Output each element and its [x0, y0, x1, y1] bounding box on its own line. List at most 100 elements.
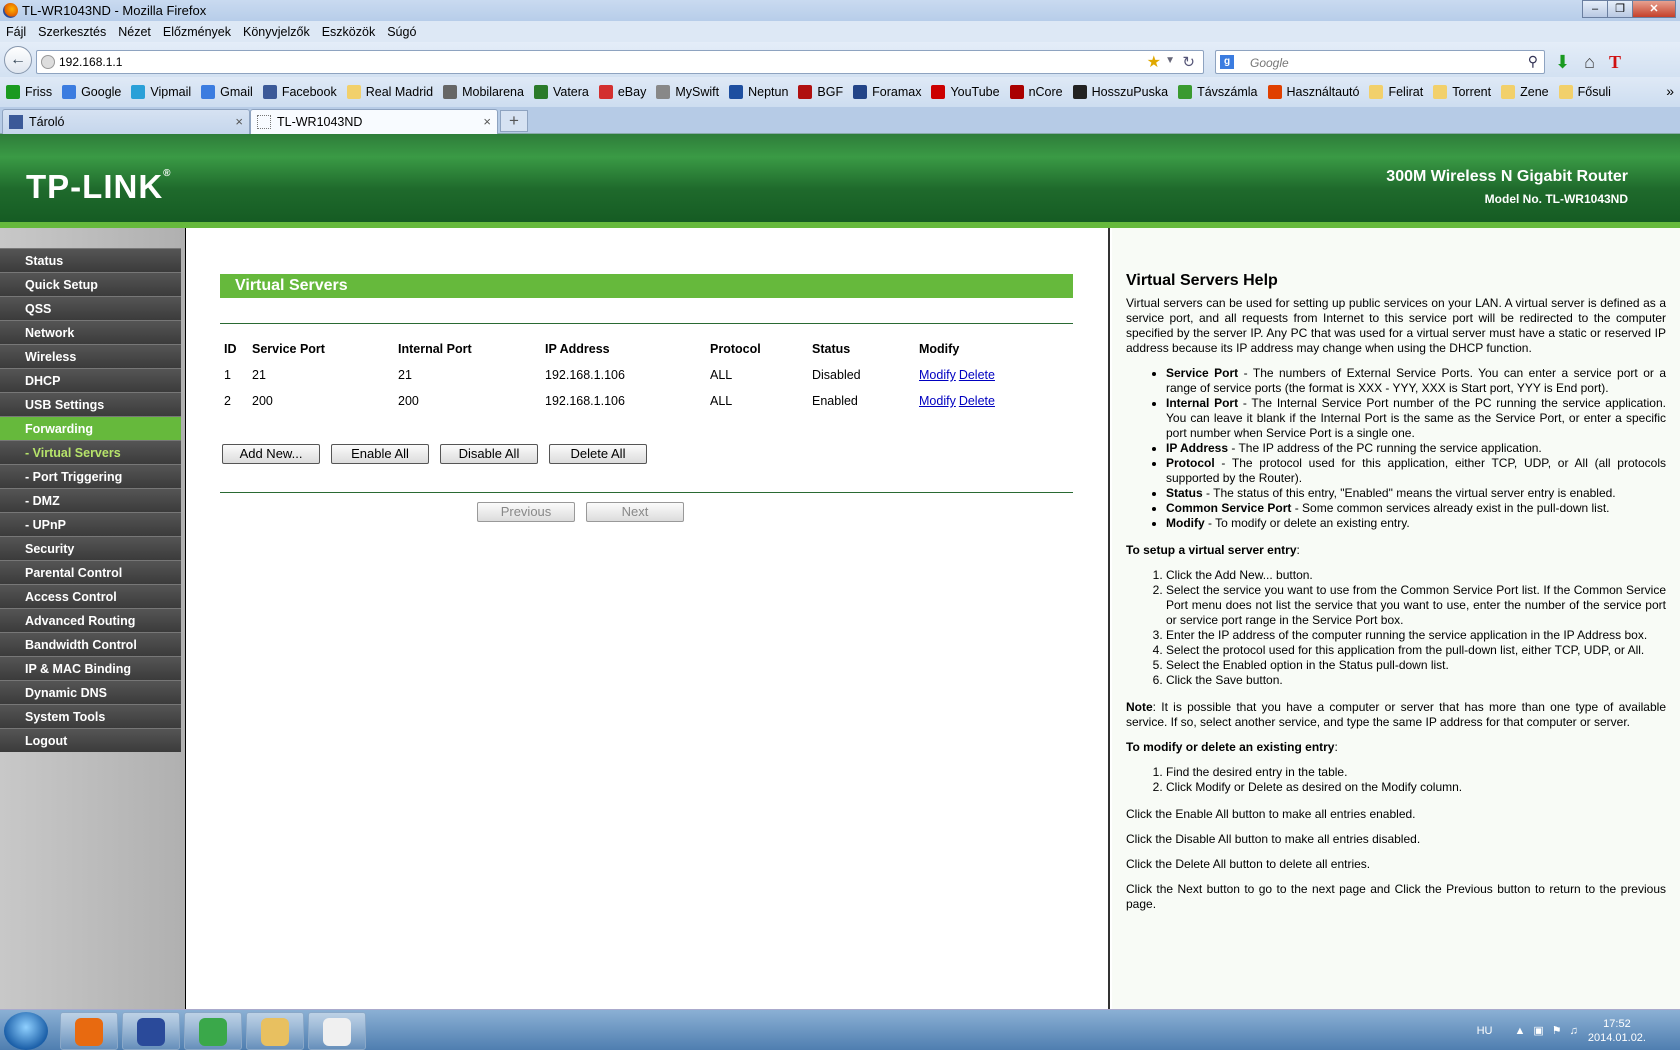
- delete-link[interactable]: Delete: [959, 368, 995, 382]
- start-button[interactable]: [4, 1012, 48, 1050]
- bookmark-star-icon[interactable]: ★: [1147, 52, 1161, 72]
- sidebar-item[interactable]: Logout: [0, 728, 181, 752]
- restore-button[interactable]: ❐: [1607, 0, 1633, 18]
- sidebar-item[interactable]: Dynamic DNS: [0, 680, 181, 704]
- sidebar-item[interactable]: - Virtual Servers: [0, 440, 181, 464]
- language-indicator[interactable]: HU: [1477, 1025, 1493, 1037]
- next-button[interactable]: Next: [586, 502, 684, 522]
- sidebar-item[interactable]: Advanced Routing: [0, 608, 181, 632]
- taskbar-app-button[interactable]: [122, 1012, 180, 1050]
- modify-link[interactable]: Modify: [919, 394, 956, 408]
- new-tab-button[interactable]: +: [500, 110, 528, 132]
- minimize-button[interactable]: –: [1582, 0, 1608, 18]
- help-step: Click the Add New... button.: [1166, 568, 1666, 583]
- bookmark-item[interactable]: Használtautó: [1267, 85, 1359, 99]
- sidebar-item[interactable]: USB Settings: [0, 392, 181, 416]
- sidebar-item[interactable]: Parental Control: [0, 560, 181, 584]
- sidebar-item[interactable]: QSS: [0, 296, 181, 320]
- sidebar-item[interactable]: Status: [0, 248, 181, 272]
- bookmark-item[interactable]: Vatera: [533, 85, 589, 99]
- tab-router[interactable]: TL-WR1043ND ×: [250, 109, 498, 135]
- sidebar-item[interactable]: Network: [0, 320, 181, 344]
- tab-taroló[interactable]: Tároló ×: [2, 109, 250, 134]
- sidebar-item[interactable]: Forwarding: [0, 416, 181, 440]
- back-button[interactable]: ←: [4, 46, 32, 74]
- bookmark-item[interactable]: YouTube: [931, 85, 1000, 99]
- network-icon[interactable]: ▣: [1533, 1024, 1543, 1037]
- menu-2[interactable]: Nézet: [118, 25, 151, 39]
- modify-link[interactable]: Modify: [919, 368, 956, 382]
- enable-all-button[interactable]: Enable All: [331, 444, 429, 464]
- firefox-icon: [75, 1018, 103, 1046]
- bookmark-icon: [346, 85, 361, 99]
- volume-icon[interactable]: ♫: [1570, 1025, 1578, 1037]
- bookmark-item[interactable]: Mobilarena: [443, 85, 524, 99]
- sidebar-item[interactable]: - UPnP: [0, 512, 181, 536]
- show-hidden-icons[interactable]: ▲: [1514, 1025, 1525, 1037]
- previous-button[interactable]: Previous: [477, 502, 575, 522]
- menu-1[interactable]: Szerkesztés: [38, 25, 106, 39]
- addon-t-icon[interactable]: T: [1609, 52, 1621, 73]
- delete-all-button[interactable]: Delete All: [549, 444, 647, 464]
- delete-link[interactable]: Delete: [959, 394, 995, 408]
- search-engine-icon[interactable]: g: [1220, 55, 1234, 69]
- bookmark-item[interactable]: Friss: [6, 85, 52, 99]
- sidebar-item[interactable]: System Tools: [0, 704, 181, 728]
- bookmark-item[interactable]: Google: [62, 85, 121, 99]
- bookmark-item[interactable]: Real Madrid: [346, 85, 433, 99]
- bookmark-item[interactable]: Facebook: [262, 85, 337, 99]
- menu-5[interactable]: Eszközök: [322, 25, 376, 39]
- bookmark-item[interactable]: eBay: [598, 85, 646, 99]
- address-bar[interactable]: 192.168.1.1 ★ ▼ ↻: [36, 50, 1204, 74]
- sidebar-item[interactable]: Bandwidth Control: [0, 632, 181, 656]
- url-history-dropdown-icon[interactable]: ▼: [1165, 55, 1175, 66]
- sidebar-item[interactable]: Quick Setup: [0, 272, 181, 296]
- bookmark-item[interactable]: Neptun: [729, 85, 788, 99]
- site-identity-icon[interactable]: [41, 55, 55, 69]
- url-text[interactable]: 192.168.1.1: [59, 55, 122, 69]
- sidebar-item[interactable]: DHCP: [0, 368, 181, 392]
- bookmarks-overflow-button[interactable]: »: [1666, 83, 1674, 99]
- sidebar-item[interactable]: Access Control: [0, 584, 181, 608]
- bookmark-item[interactable]: Zene: [1501, 85, 1549, 99]
- menu-6[interactable]: Súgó: [387, 25, 416, 39]
- sidebar-item[interactable]: - Port Triggering: [0, 464, 181, 488]
- bookmark-item[interactable]: Távszámla: [1178, 85, 1258, 99]
- bookmark-item[interactable]: Fősuli: [1558, 85, 1611, 99]
- sidebar-item[interactable]: IP & MAC Binding: [0, 656, 181, 680]
- bookmark-item[interactable]: BGF: [798, 85, 843, 99]
- download-icon[interactable]: ⬇: [1555, 52, 1570, 73]
- bookmark-icon: [262, 85, 277, 99]
- bookmark-label: Fősuli: [1577, 85, 1611, 99]
- add-new-button[interactable]: Add New...: [222, 444, 320, 464]
- reload-icon[interactable]: ↻: [1182, 53, 1195, 71]
- search-box[interactable]: g Google ⚲: [1215, 50, 1545, 74]
- taskbar-app-button[interactable]: [184, 1012, 242, 1050]
- bookmark-label: Távszámla: [1197, 85, 1258, 99]
- taskbar-app-button[interactable]: [60, 1012, 118, 1050]
- bookmark-item[interactable]: HosszuPuska: [1072, 85, 1168, 99]
- menu-3[interactable]: Előzmények: [163, 25, 231, 39]
- bookmark-item[interactable]: nCore: [1009, 85, 1063, 99]
- bookmark-item[interactable]: Felirat: [1369, 85, 1423, 99]
- bookmark-item[interactable]: Torrent: [1433, 85, 1491, 99]
- taskbar-app-button[interactable]: [246, 1012, 304, 1050]
- home-icon[interactable]: ⌂: [1584, 52, 1595, 73]
- search-icon[interactable]: ⚲: [1528, 53, 1538, 70]
- close-tab-icon[interactable]: ×: [235, 114, 243, 129]
- menu-0[interactable]: Fájl: [6, 25, 26, 39]
- taskbar-app-button[interactable]: [308, 1012, 366, 1050]
- menu-4[interactable]: Könyvjelzők: [243, 25, 310, 39]
- close-window-button[interactable]: ✕: [1632, 0, 1676, 18]
- clock[interactable]: 17:52 2014.01.02.: [1588, 1017, 1646, 1045]
- sidebar-item[interactable]: Security: [0, 536, 181, 560]
- sidebar-item[interactable]: Wireless: [0, 344, 181, 368]
- bookmark-item[interactable]: Foramax: [853, 85, 921, 99]
- close-tab-icon[interactable]: ×: [483, 114, 491, 129]
- bookmark-item[interactable]: Vipmail: [131, 85, 191, 99]
- bookmark-item[interactable]: Gmail: [201, 85, 253, 99]
- disable-all-button[interactable]: Disable All: [440, 444, 538, 464]
- sidebar-item[interactable]: - DMZ: [0, 488, 181, 512]
- bookmark-item[interactable]: MySwift: [656, 85, 719, 99]
- flag-icon[interactable]: ⚑: [1552, 1024, 1562, 1037]
